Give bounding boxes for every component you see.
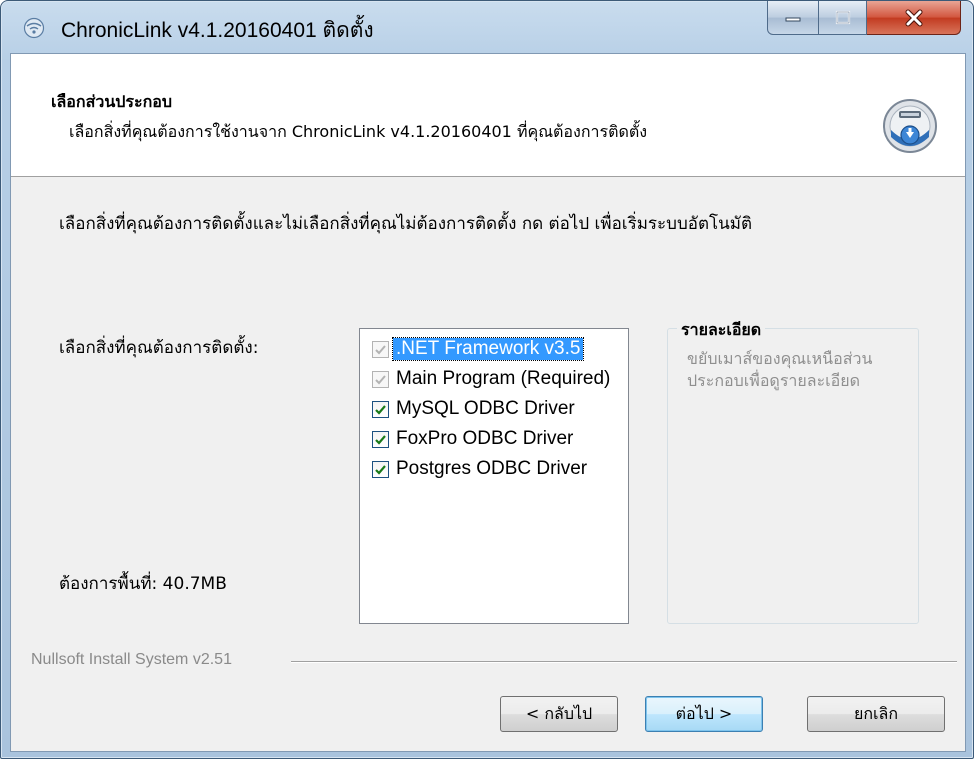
checkmark-icon: [375, 344, 386, 354]
description-text: ขยับเมาส์ของคุณเหนือส่วนประกอบเพื่อดูราย…: [687, 349, 873, 390]
back-button[interactable]: < กลับไป: [500, 696, 618, 732]
cancel-button[interactable]: ยกเลิก: [807, 696, 945, 732]
installer-window: ChronicLink v4.1.20160401 ติดตั้ง เลือกส…: [0, 0, 974, 759]
close-button[interactable]: [867, 1, 961, 35]
component-checkbox-dotnet[interactable]: [372, 340, 389, 358]
close-icon: [905, 9, 922, 26]
page-header: เลือกส่วนประกอบ เลือกสิ่งที่คุณต้องการใช…: [11, 54, 965, 177]
space-required-label: ต้องการพื้นที่: 40.7MB: [59, 574, 227, 594]
minimize-button[interactable]: [767, 1, 819, 35]
maximize-icon: [835, 10, 850, 24]
page-subtitle: เลือกสิ่งที่คุณต้องการใช้งานจาก ChronicL…: [69, 122, 648, 141]
checkmark-icon: [375, 374, 386, 384]
component-label-dotnet: .NET Framework v3.5: [391, 337, 585, 361]
component-checkbox-main-program[interactable]: [372, 370, 389, 388]
component-label-main-program: Main Program (Required): [396, 368, 611, 389]
component-item-main-program[interactable]: Main Program (Required): [372, 365, 610, 393]
component-item-dotnet[interactable]: .NET Framework v3.5: [372, 335, 585, 363]
component-checkbox-mysql[interactable]: [372, 400, 389, 418]
component-item-postgres[interactable]: Postgres ODBC Driver: [372, 455, 587, 483]
minimize-icon: [785, 17, 801, 21]
component-label-foxpro: FoxPro ODBC Driver: [396, 428, 574, 449]
checkmark-icon: [375, 464, 386, 475]
description-legend: รายละเอียด: [677, 318, 766, 343]
dialog-client-area: เลือกส่วนประกอบ เลือกสิ่งที่คุณต้องการใช…: [10, 53, 966, 752]
title-bar[interactable]: ChronicLink v4.1.20160401 ติดตั้ง: [1, 1, 973, 53]
component-item-foxpro[interactable]: FoxPro ODBC Driver: [372, 425, 573, 453]
components-tree[interactable]: .NET Framework v3.5 Main Program (Requir…: [359, 328, 629, 624]
select-components-label: เลือกสิ่งที่คุณต้องการติดตั้ง:: [59, 338, 259, 358]
component-checkbox-postgres[interactable]: [372, 460, 389, 478]
nsis-branding: Nullsoft Install System v2.51: [31, 651, 232, 668]
instruction-text: เลือกสิ่งที่คุณต้องการติดตั้งและไม่เลือก…: [59, 214, 753, 234]
next-button[interactable]: ต่อไป >: [645, 696, 763, 732]
installer-disc-icon: [883, 99, 937, 153]
component-checkbox-foxpro[interactable]: [372, 430, 389, 448]
checkmark-icon: [375, 434, 386, 445]
branding-divider: [291, 661, 957, 662]
maximize-button[interactable]: [819, 1, 867, 35]
app-icon: [23, 17, 45, 39]
component-label-postgres: Postgres ODBC Driver: [396, 458, 588, 479]
component-item-mysql[interactable]: MySQL ODBC Driver: [372, 395, 575, 423]
window-title: ChronicLink v4.1.20160401 ติดตั้ง: [61, 19, 374, 42]
page-title: เลือกส่วนประกอบ: [51, 92, 173, 111]
checkmark-icon: [375, 404, 386, 415]
component-label-mysql: MySQL ODBC Driver: [396, 398, 575, 419]
caption-buttons: [767, 1, 961, 37]
